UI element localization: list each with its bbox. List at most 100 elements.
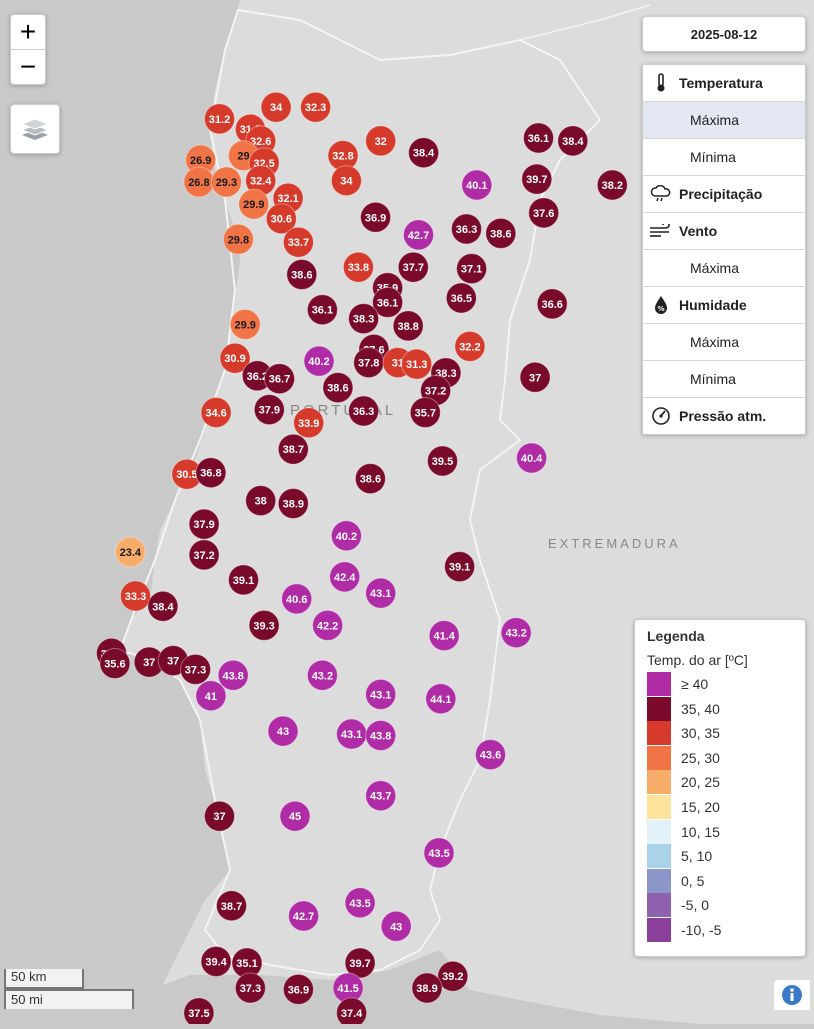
station-marker[interactable]: 39.5	[427, 445, 458, 477]
station-marker[interactable]: 38.4	[147, 590, 179, 622]
station-marker[interactable]: 31.3	[401, 348, 433, 380]
station-marker[interactable]: 38.9	[277, 488, 309, 519]
station-marker[interactable]: 37.6	[528, 197, 560, 229]
menu-item-temperatura[interactable]: Temperatura	[643, 65, 805, 101]
station-marker[interactable]: 37	[204, 800, 235, 832]
station-marker[interactable]: 31.2	[204, 103, 235, 135]
station-marker[interactable]: 43.7	[365, 780, 397, 812]
station-marker[interactable]: 33.3	[120, 580, 151, 612]
station-marker[interactable]: 34	[330, 165, 362, 197]
menu-item-m-xima-7[interactable]: Máxima	[643, 323, 805, 360]
station-marker[interactable]: 38.7	[277, 433, 309, 465]
menu-item-vento[interactable]: Vento	[643, 212, 805, 249]
station-marker[interactable]: 33.7	[282, 226, 314, 258]
station-marker[interactable]: 37.9	[253, 394, 285, 426]
station-marker[interactable]: 41.4	[428, 620, 460, 652]
station-marker[interactable]: 43	[267, 715, 299, 747]
menu-item-m-nima-8[interactable]: Mínima	[643, 360, 805, 397]
station-marker[interactable]: 32.3	[300, 91, 332, 123]
station-marker[interactable]: 39.1	[228, 564, 259, 596]
menu-item-humidade[interactable]: % Humidade	[643, 286, 805, 323]
station-marker[interactable]: 38.6	[286, 259, 318, 290]
station-marker[interactable]: 38.3	[348, 303, 380, 335]
station-marker[interactable]: 36.7	[264, 363, 295, 395]
station-marker[interactable]: 32.2	[454, 330, 486, 362]
info-button[interactable]	[774, 980, 810, 1010]
station-marker[interactable]: 36.1	[523, 122, 554, 154]
station-marker[interactable]: 38.4	[557, 125, 589, 157]
station-marker[interactable]: 36.5	[445, 282, 477, 314]
station-marker[interactable]: 42.4	[329, 561, 361, 593]
station-marker[interactable]: 43.5	[344, 887, 376, 919]
station-marker[interactable]: 36.1	[306, 294, 338, 326]
station-marker[interactable]: 38.6	[354, 463, 386, 495]
station-marker[interactable]: 35.7	[409, 397, 441, 428]
station-marker[interactable]: 38.8	[392, 310, 424, 342]
station-marker[interactable]: 43.5	[423, 837, 455, 869]
station-marker[interactable]: 39.4	[200, 946, 232, 977]
station-marker[interactable]: 37.2	[188, 539, 220, 571]
station-marker[interactable]: 29.3	[210, 166, 242, 198]
station-marker[interactable]: 38.2	[596, 169, 628, 201]
station-marker[interactable]: 37.9	[188, 508, 220, 540]
station-marker[interactable]: 34.6	[200, 397, 232, 428]
station-marker[interactable]: 37.7	[397, 251, 429, 283]
layers-button[interactable]	[10, 104, 60, 154]
station-marker[interactable]: 43.6	[475, 739, 506, 771]
zoom-in-button[interactable]: +	[11, 15, 45, 50]
station-marker[interactable]: 40.1	[461, 169, 493, 201]
station-marker[interactable]: 36.6	[536, 288, 568, 320]
station-marker[interactable]: 37.1	[456, 253, 488, 285]
station-marker[interactable]: 36.9	[282, 973, 314, 1005]
station-marker[interactable]: 39.7	[521, 163, 553, 195]
station-marker[interactable]: 40.2	[330, 520, 362, 552]
menu-item-m-nima-2[interactable]: Mínima	[643, 138, 805, 175]
station-marker[interactable]: 38.7	[216, 890, 247, 922]
station-marker[interactable]: 36.3	[348, 395, 380, 427]
station-marker[interactable]: 38.9	[411, 972, 443, 1004]
station-marker[interactable]: 38.6	[485, 217, 517, 249]
station-marker[interactable]: 33.9	[293, 407, 325, 439]
menu-item-m-xima-5[interactable]: Máxima	[643, 249, 805, 286]
station-marker[interactable]: 37.3	[234, 972, 266, 1004]
station-marker[interactable]: 38	[245, 485, 277, 517]
station-marker[interactable]: 23.4	[114, 536, 146, 568]
station-marker[interactable]: 26.8	[183, 166, 215, 198]
station-marker[interactable]: 43.1	[365, 678, 397, 710]
station-marker[interactable]: 36.9	[360, 201, 392, 233]
station-marker[interactable]: 39.1	[444, 551, 476, 583]
station-marker[interactable]: 34	[260, 91, 292, 123]
station-marker[interactable]: 39.3	[248, 609, 280, 641]
menu-item-press-o-atm[interactable]: Pressão atm.	[643, 397, 805, 434]
station-marker[interactable]: 38.4	[408, 137, 440, 169]
station-marker[interactable]: 42.2	[312, 609, 344, 641]
station-marker[interactable]: 44.1	[425, 683, 457, 715]
zoom-out-button[interactable]: −	[11, 50, 45, 84]
station-marker[interactable]: 43	[380, 910, 412, 942]
date-display[interactable]: 2025-08-12	[642, 16, 806, 52]
station-marker[interactable]: 40.6	[281, 583, 313, 615]
station-marker[interactable]: 41	[195, 680, 227, 712]
station-marker[interactable]: 40.2	[303, 345, 335, 377]
menu-item-precipita-o[interactable]: Precipitação	[643, 175, 805, 212]
station-marker[interactable]: 37.5	[183, 997, 215, 1024]
station-marker[interactable]: 43.1	[336, 718, 368, 750]
station-marker[interactable]: 42.7	[288, 900, 320, 932]
station-marker[interactable]: 40.4	[516, 442, 548, 474]
station-marker[interactable]: 43.2	[500, 617, 532, 649]
station-marker[interactable]: 37	[519, 361, 551, 393]
station-marker[interactable]: 38.6	[322, 372, 354, 404]
station-marker[interactable]: 37.8	[353, 347, 385, 379]
station-marker[interactable]: 29.8	[222, 223, 254, 255]
station-marker[interactable]: 36.3	[451, 213, 482, 245]
menu-item-m-xima-1[interactable]: Máxima	[643, 101, 805, 138]
station-marker[interactable]: 43.8	[365, 720, 397, 751]
station-marker[interactable]: 37.3	[180, 653, 211, 685]
station-marker[interactable]: 29.9	[229, 308, 261, 340]
station-marker[interactable]: 33.8	[342, 251, 374, 283]
station-marker[interactable]: 32	[365, 125, 397, 157]
station-marker[interactable]: 43.2	[306, 659, 338, 691]
station-marker[interactable]: 42.7	[403, 219, 434, 251]
station-marker[interactable]: 36.8	[195, 457, 227, 489]
station-marker[interactable]: 43.1	[365, 577, 397, 609]
